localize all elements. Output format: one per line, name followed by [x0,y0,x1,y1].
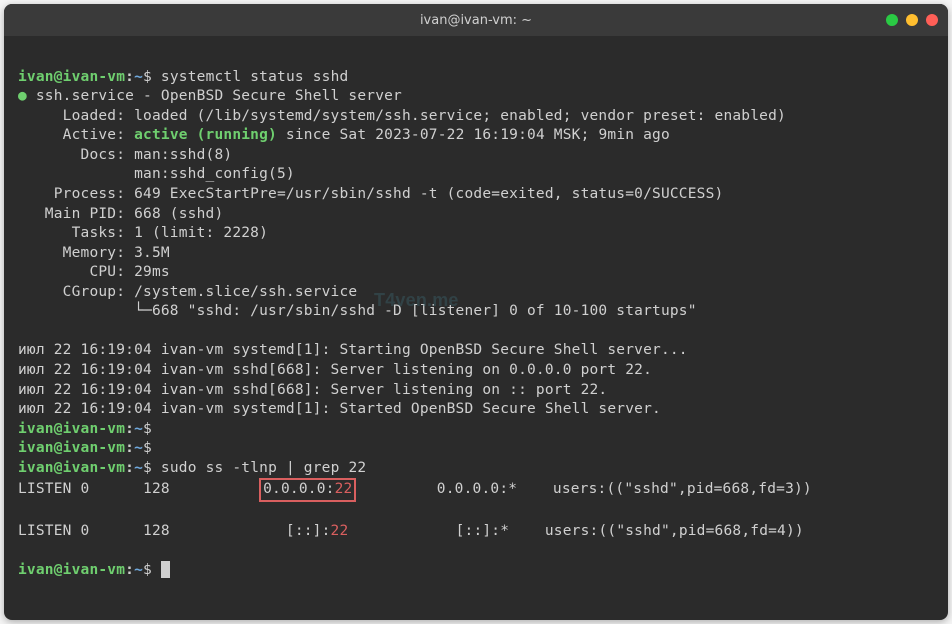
status-dot-icon: ● [18,88,27,104]
process-line: Process: 649 ExecStartPre=/usr/sbin/sshd… [18,186,723,202]
cpu-line: CPU: 29ms [18,264,170,280]
box-ip: 0.0.0.0: [263,481,334,497]
tasks-line: Tasks: 1 (limit: 2228) [18,225,268,241]
prompt-symbol: $ [143,69,152,85]
ss-row-2-post: [::]:* users:(("sshd",pid=668,fd=4)) [348,523,803,539]
log-4: июл 22 16:19:04 ivan-vm systemd[1]: Star… [18,401,661,417]
loaded-line: Loaded: loaded (/lib/systemd/system/ssh.… [18,108,786,124]
window-title: ivan@ivan-vm: ~ [420,13,532,28]
close-icon[interactable] [926,14,938,26]
titlebar: ivan@ivan-vm: ~ [4,4,948,36]
log-1: июл 22 16:19:04 ivan-vm systemd[1]: Star… [18,342,688,358]
cgroup-1: CGroup: /system.slice/ssh.service [18,284,357,300]
command-1: systemctl status sshd [161,69,349,85]
memory-line: Memory: 3.5M [18,245,170,261]
prompt-line-1: ivan@ivan-vm:~$ systemctl status sshd [18,69,348,85]
minimize-icon[interactable] [886,14,898,26]
highlight-box: 0.0.0.0:22 [259,478,356,502]
log-2: июл 22 16:19:04 ivan-vm sshd[668]: Serve… [18,362,652,378]
ss-row-2-pre: LISTEN 0 128 [::]: [18,523,331,539]
cgroup-2: └─668 "sshd: /usr/sbin/sshd -D [listener… [18,303,697,319]
terminal-window: ivan@ivan-vm: ~ T4ven.meivan@ivan-vm:~$ … [4,4,948,620]
command-2: sudo ss -tlnp | grep 22 [161,460,366,476]
terminal-body[interactable]: T4ven.meivan@ivan-vm:~$ systemctl status… [4,36,948,620]
prompt-user: ivan@ivan-vm [18,69,125,85]
ss-row-1-post: 0.0.0.0:* users:(("sshd",pid=668,fd=3)) [356,481,811,497]
service-name: ssh.service - OpenBSD Secure Shell serve… [27,88,402,104]
active-status: active (running) [134,127,277,143]
maximize-icon[interactable] [906,14,918,26]
ss-row-2-port: 22 [331,523,349,539]
mainpid-line: Main PID: 668 (sshd) [18,206,223,222]
box-port: 22 [335,481,353,497]
docs-1: Docs: man:sshd(8) [18,147,232,163]
docs-2: man:sshd_config(5) [18,166,295,182]
active-since: since Sat 2023-07-22 16:19:04 MSK; 9min … [277,127,670,143]
prompt-line-5: ivan@ivan-vm:~$ [18,562,170,578]
prompt-line-2: ivan@ivan-vm:~$ [18,421,152,437]
window-controls [886,14,938,26]
active-label: Active: [18,127,134,143]
prompt-line-3: ivan@ivan-vm:~$ [18,440,152,456]
prompt-path: ~ [134,69,143,85]
log-3: июл 22 16:19:04 ivan-vm sshd[668]: Serve… [18,382,607,398]
cursor-icon [161,561,170,578]
prompt-line-4: ivan@ivan-vm:~$ sudo ss -tlnp | grep 22 [18,460,366,476]
prompt-sep: : [125,69,134,85]
ss-row-1-pre: LISTEN 0 128 [18,481,259,497]
